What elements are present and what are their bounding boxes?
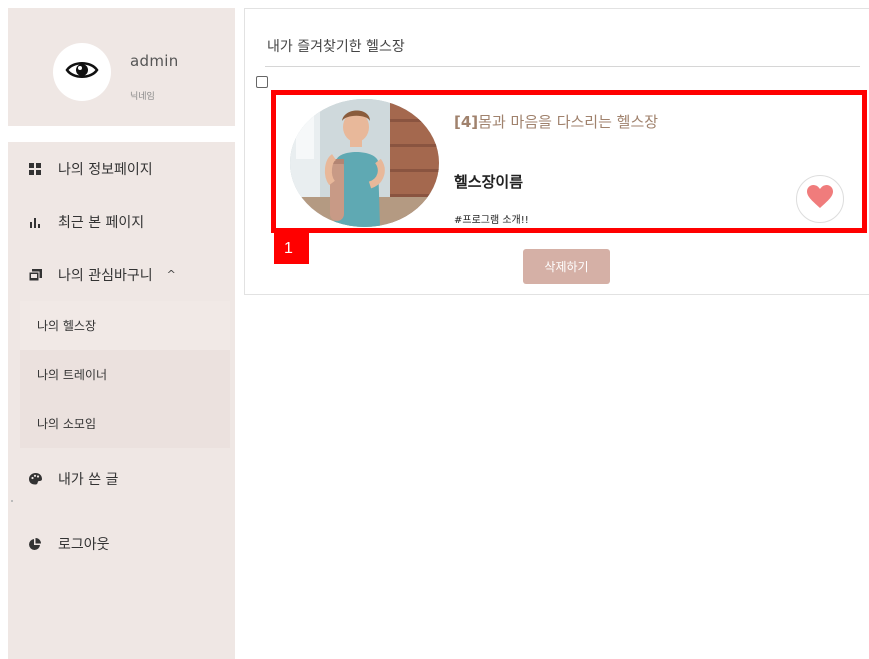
profile-name: admin [130, 52, 179, 70]
gym-name: 헬스장이름 [454, 173, 524, 191]
menu-item-label: 내가 쓴 글 [58, 471, 119, 488]
menu-item-label: 나의 정보페이지 [58, 161, 153, 178]
gym-card-title[interactable]: [4]몸과 마음을 다스리는 헬스장 [454, 111, 658, 132]
select-checkbox[interactable] [256, 76, 268, 88]
eye-icon [65, 59, 99, 85]
dot-decoration [11, 500, 13, 502]
wishlist-submenu: 나의 헬스장 나의 트레이너 나의 소모임 [20, 301, 230, 448]
heart-icon [807, 185, 833, 213]
submenu-item-my-trainer[interactable]: 나의 트레이너 [20, 350, 230, 399]
divider [8, 126, 235, 142]
gym-card-number: [4] [454, 113, 479, 131]
gym-tag: #프로그램 소개!! [454, 215, 529, 226]
bar-chart-icon [28, 215, 42, 229]
menu-item-logout[interactable]: 로그아웃 [8, 517, 235, 570]
profile-section: admin 닉네임 [8, 8, 235, 126]
sidebar: admin 닉네임 나의 정보페이지 최근 본 페이지 나의 관심바구니 ^ 나… [8, 8, 235, 659]
avatar[interactable] [53, 43, 111, 101]
gym-thumbnail [290, 99, 439, 227]
page-title: 내가 즐겨찾기한 헬스장 [267, 39, 405, 55]
menu-item-recent[interactable]: 최근 본 페이지 [8, 195, 235, 248]
gym-card[interactable]: [4]몸과 마음을 다스리는 헬스장 헬스장이름 #프로그램 소개!! [271, 90, 867, 233]
profile-nickname: 닉네임 [130, 92, 155, 102]
pie-chart-icon [28, 537, 42, 551]
favorite-button[interactable] [796, 175, 844, 223]
gym-card-title-text: 몸과 마음을 다스리는 헬스장 [478, 113, 659, 131]
favorites-panel: 내가 즐겨찾기한 헬스장 [4]몸과 마음을 다스리는 헬스장 헬스장이름 #프… [244, 8, 869, 295]
menu-item-wishlist[interactable]: 나의 관심바구니 ^ [8, 248, 235, 301]
divider [265, 66, 860, 67]
menu-item-label: 나의 관심바구니 [58, 267, 153, 284]
sidebar-menu: 나의 정보페이지 최근 본 페이지 나의 관심바구니 ^ 나의 헬스장 나의 트… [8, 142, 235, 570]
menu-item-label: 최근 본 페이지 [58, 214, 145, 231]
delete-button[interactable]: 삭제하기 [523, 249, 610, 284]
submenu-item-my-group[interactable]: 나의 소모임 [20, 399, 230, 448]
grid-icon [28, 162, 42, 176]
submenu-item-my-gym[interactable]: 나의 헬스장 [20, 301, 230, 350]
menu-item-label: 로그아웃 [58, 536, 110, 553]
menu-item-my-info[interactable]: 나의 정보페이지 [8, 142, 235, 195]
chevron-up-icon[interactable]: ^ [167, 268, 176, 281]
palette-icon [28, 472, 42, 486]
annotation-badge: 1 [274, 233, 309, 264]
images-icon [28, 268, 42, 282]
menu-item-my-posts[interactable]: 내가 쓴 글 [8, 452, 235, 505]
